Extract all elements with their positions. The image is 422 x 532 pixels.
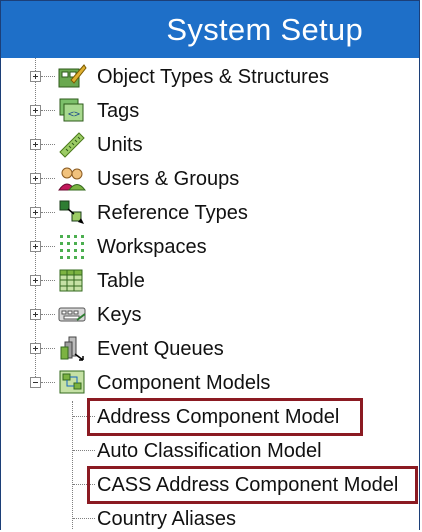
- expand-icon[interactable]: [30, 105, 41, 116]
- tree-child-label: Auto Classification Model: [97, 440, 322, 462]
- tree-connector: [41, 280, 55, 281]
- tree-item-label: Users & Groups: [97, 168, 240, 190]
- expand-icon[interactable]: [30, 275, 41, 286]
- tree-item-label: Object Types & Structures: [97, 66, 329, 88]
- tree-connector: [41, 382, 55, 383]
- tree-connector: [41, 178, 55, 179]
- tree-connector: [41, 212, 55, 213]
- tree-connector: [73, 450, 95, 451]
- svg-text:<>: <>: [68, 109, 80, 120]
- tree-child-country-aliases[interactable]: Country Aliases: [1, 501, 419, 530]
- tags-icon: <>: [59, 98, 84, 122]
- tree-item-label: Component Models: [97, 372, 271, 394]
- tree-item-units[interactable]: Units: [1, 127, 419, 161]
- workspaces-icon: [60, 235, 84, 259]
- tree-item-tags[interactable]: <> Tags: [1, 93, 419, 127]
- expand-icon[interactable]: [30, 207, 41, 218]
- tree-item-label: Tags: [97, 100, 140, 122]
- panel-title: System Setup: [166, 11, 363, 47]
- tree-item-event-queues[interactable]: Event Queues: [1, 331, 419, 365]
- tree-item-workspaces[interactable]: Workspaces: [1, 229, 419, 263]
- tree-connector: [41, 76, 55, 77]
- tree-item-keys[interactable]: Keys: [1, 297, 419, 331]
- tree-item-label: Table: [97, 270, 145, 292]
- tree-child-cass-address-component-model[interactable]: CASS Address Component Model: [1, 467, 419, 501]
- component-models-icon: [59, 370, 85, 394]
- tree-connector: [41, 246, 55, 247]
- tree-connector: [73, 416, 95, 417]
- keys-icon: [58, 307, 86, 322]
- tree-connector: [41, 144, 55, 145]
- expand-icon[interactable]: [30, 343, 41, 354]
- event-queues-icon: [60, 336, 84, 361]
- tree-child-label: Address Component Model: [97, 406, 340, 428]
- tree-connector: [41, 348, 55, 349]
- tree-child-address-component-model[interactable]: Address Component Model: [1, 399, 419, 433]
- tree-connector: [41, 314, 55, 315]
- tree-child-auto-classification-model[interactable]: Auto Classification Model: [1, 433, 419, 467]
- reference-types-icon: [59, 200, 84, 224]
- expand-icon[interactable]: [30, 309, 41, 320]
- tree-connector: [73, 484, 95, 485]
- tree-child-label: Country Aliases: [97, 508, 236, 530]
- users-groups-icon: [58, 167, 86, 191]
- collapse-icon[interactable]: [30, 377, 41, 388]
- tree-item-reference-types[interactable]: Reference Types: [1, 195, 419, 229]
- expand-icon[interactable]: [30, 173, 41, 184]
- expand-icon[interactable]: [30, 139, 41, 150]
- setup-tree: Object Types & Structures <> Tags Units: [1, 58, 419, 530]
- object-types-icon: [58, 64, 87, 88]
- tree-item-table[interactable]: Table: [1, 263, 419, 297]
- panel-header: System Setup: [1, 1, 419, 58]
- tree-connector: [73, 518, 95, 519]
- table-icon: [59, 269, 83, 292]
- expand-icon[interactable]: [30, 241, 41, 252]
- tree-item-users-groups[interactable]: Users & Groups: [1, 161, 419, 195]
- tree-child-label: CASS Address Component Model: [97, 474, 399, 496]
- tree-item-label: Reference Types: [97, 202, 248, 224]
- tree-item-label: Keys: [97, 304, 142, 326]
- tree-item-component-models[interactable]: Component Models: [1, 365, 419, 399]
- tree-item-label: Event Queues: [97, 338, 224, 360]
- tree-item-label: Units: [97, 134, 143, 156]
- system-setup-panel: System Setup Object Types & Structures <…: [0, 0, 420, 530]
- expand-icon[interactable]: [30, 71, 41, 82]
- ruler-icon: [59, 132, 85, 158]
- tree-item-object-types[interactable]: Object Types & Structures: [1, 59, 419, 93]
- tree-connector: [41, 110, 55, 111]
- tree-item-label: Workspaces: [97, 236, 207, 258]
